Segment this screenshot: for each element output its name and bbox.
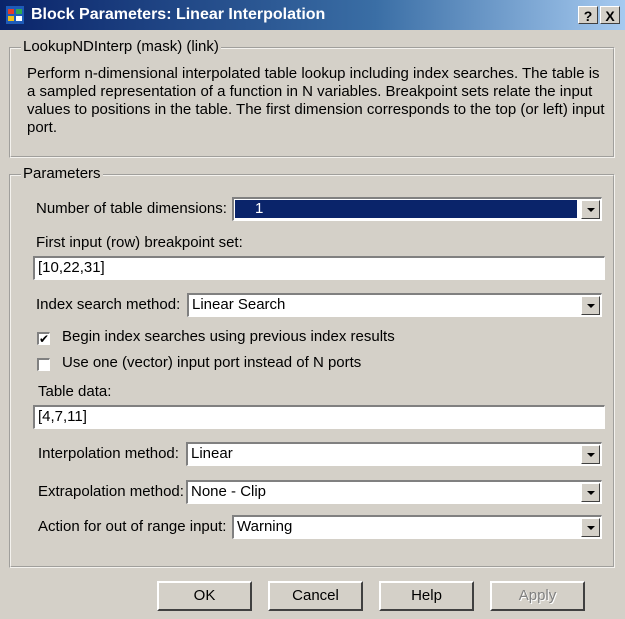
interp-value: Linear [191,445,233,462]
help-label: Help [411,587,442,604]
interp-select[interactable]: Linear [186,442,602,466]
description-legend: LookupNDInterp (mask) (link) [21,38,221,55]
help-button[interactable]: Help [379,581,474,611]
parameters-legend: Parameters [21,165,103,182]
action-select[interactable]: Warning [232,515,602,539]
action-value: Warning [237,518,293,535]
begin-index-label[interactable]: Begin index searches using previous inde… [62,328,395,345]
use-one-port-checkbox[interactable] [37,358,50,371]
table-data-label: Table data: [38,383,112,400]
apply-button[interactable]: Apply [490,581,585,611]
chevron-down-icon[interactable] [581,518,600,537]
action-label: Action for out of range input: [38,518,227,535]
num-dims-label: Number of table dimensions: [36,200,227,217]
apply-label: Apply [518,587,557,604]
ok-label: OK [193,587,216,604]
chevron-down-icon[interactable] [581,296,600,315]
extrap-value: None - Clip [191,483,267,500]
window-title: Block Parameters: Linear Interpolation [31,6,326,23]
close-icon[interactable]: X [600,6,620,24]
dialog-window: Block Parameters: Linear Interpolation ?… [0,0,625,619]
use-one-port-label[interactable]: Use one (vector) input port instead of N… [62,354,361,371]
ok-button[interactable]: OK [157,581,252,611]
first-input-label: First input (row) breakpoint set: [36,234,243,251]
first-input-field[interactable]: [10,22,31] [33,256,605,280]
description-text: Perform n-dimensional interpolated table… [27,65,605,136]
extrap-select[interactable]: None - Clip [186,480,602,504]
index-search-select[interactable]: Linear Search [187,293,602,317]
simulink-block-icon [6,6,24,24]
chevron-down-icon[interactable] [581,200,600,219]
begin-index-checkbox[interactable]: ✔ [37,332,50,345]
cancel-button[interactable]: Cancel [268,581,363,611]
chevron-down-icon[interactable] [581,445,600,464]
title-bar[interactable]: Block Parameters: Linear Interpolation ?… [0,0,625,30]
cancel-label: Cancel [292,587,339,604]
description-group: LookupNDInterp (mask) (link) Perform n-d… [9,38,615,158]
extrap-label: Extrapolation method: [38,483,184,500]
chevron-down-icon[interactable] [581,483,600,502]
num-dims-value: 1 [235,200,577,218]
index-search-value: Linear Search [192,296,286,313]
index-search-label: Index search method: [36,296,181,313]
interp-label: Interpolation method: [38,445,179,462]
table-data-field[interactable]: [4,7,11] [33,405,605,429]
help-icon[interactable]: ? [578,6,598,24]
num-dims-select[interactable]: 1 [232,197,602,221]
